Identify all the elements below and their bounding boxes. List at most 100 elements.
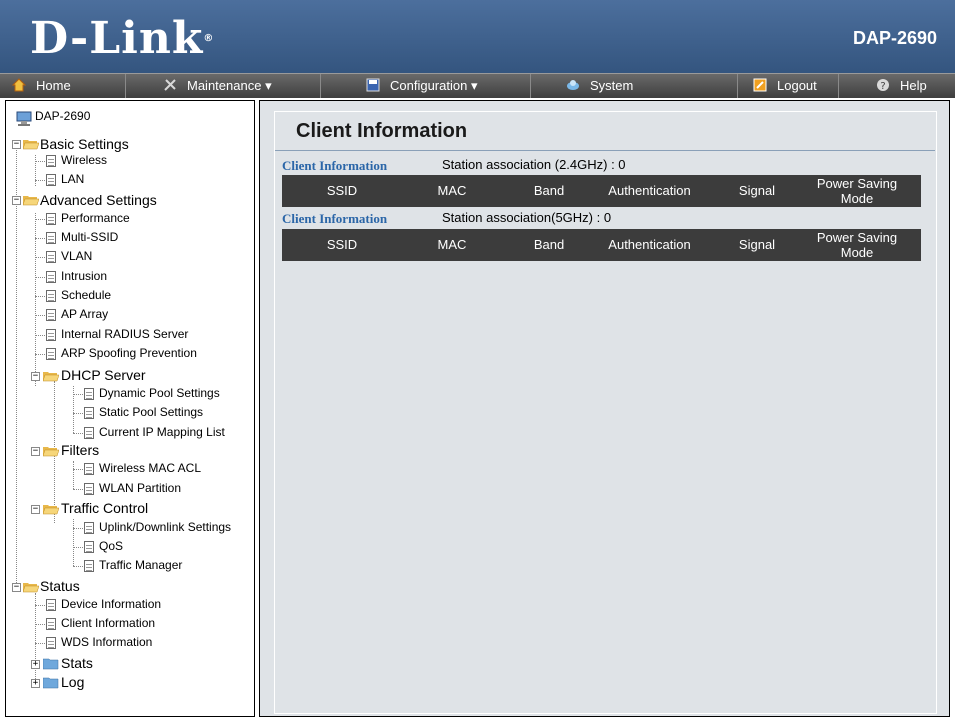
page-icon [84,463,94,475]
tree-item-uplink-downlink[interactable]: Uplink/Downlink Settings [99,518,231,537]
brand-text: D-Link [30,13,204,64]
folder-open-icon [43,447,59,457]
tree-item-wlan-partition[interactable]: WLAN Partition [99,479,181,498]
menu-configuration-label: Configuration [390,78,468,93]
column-header-psm-line2: Mode [840,191,874,206]
folder-open-icon [23,583,39,593]
tree-item-internal-radius[interactable]: Internal RADIUS Server [61,325,188,344]
tree-item-lan[interactable]: LAN [61,170,84,189]
tree-item-wds-information[interactable]: WDS Information [61,633,152,652]
tree-line [35,643,45,644]
title-divider [275,150,935,151]
tree-stats-label: Stats [61,655,93,671]
tree-line [16,145,17,589]
dlink-logo: D-Link® [30,14,214,64]
tree-item-label: Internal RADIUS Server [61,327,189,341]
tree-stats[interactable]: Stats [61,654,93,673]
collapse-toggle-dhcp[interactable]: − [31,372,40,381]
page-icon [46,309,56,321]
menu-configuration[interactable]: Configuration ▾ [366,74,477,98]
page-icon [46,213,56,225]
menu-maintenance[interactable]: Maintenance ▾ [163,74,272,98]
section-label-24ghz: Client Information [282,158,388,173]
station-association-5ghz: Station association(5GHz) : 0 [442,210,612,225]
access-point-icon [16,111,32,126]
navigation-tree: DAP-2690 − Basic Settings Wireless LAN −… [5,100,255,717]
tree-root-dap2690[interactable]: DAP-2690 [35,107,90,126]
client-table-header-24ghz: SSID MAC Band Authentication Signal Powe… [282,175,921,207]
menu-system[interactable]: System [566,74,633,98]
tree-line [35,315,45,316]
tree-item-dynamic-pool[interactable]: Dynamic Pool Settings [99,384,220,403]
menu-help[interactable]: ? Help [876,74,927,98]
top-menu-bar: Home Maintenance ▾ Configuration ▾ Syste… [0,73,955,98]
page-icon [84,407,94,419]
tree-line [73,413,83,414]
tree-item-client-information[interactable]: Client Information [61,614,155,633]
tree-traffic-control[interactable]: Traffic Control [61,499,148,518]
page-icon [84,522,94,534]
tree-item-intrusion[interactable]: Intrusion [61,267,107,286]
tree-item-arp-spoofing[interactable]: ARP Spoofing Prevention [61,344,197,363]
tree-item-mac-acl[interactable]: Wireless MAC ACL [99,459,201,478]
column-header-signal: Signal [738,237,776,252]
menu-separator [530,74,531,98]
expand-toggle-stats[interactable]: + [31,660,40,669]
tree-line [73,469,83,470]
tree-dhcp-server[interactable]: DHCP Server [61,366,146,385]
page-icon [46,599,56,611]
tree-line [35,155,36,186]
help-icon: ? [877,79,889,92]
collapse-toggle-status[interactable]: − [12,583,21,592]
column-header-authentication: Authentication [608,183,691,198]
folder-open-icon [23,140,39,150]
client-table-header-5ghz: SSID MAC Band Authentication Signal Powe… [282,229,921,261]
tree-advanced-settings[interactable]: Advanced Settings [40,191,157,210]
page-icon [84,560,94,572]
tree-item-label: Dynamic Pool Settings [99,386,220,400]
tree-line [35,624,45,625]
tree-item-qos[interactable]: QoS [99,537,123,556]
tree-item-ip-mapping[interactable]: Current IP Mapping List [99,423,225,442]
collapse-toggle-advanced[interactable]: − [12,196,21,205]
tree-item-label: Wireless MAC ACL [99,461,202,475]
column-header-mac: MAC [437,237,467,252]
folder-closed-icon [43,677,59,689]
tree-item-label: Wireless [61,153,108,167]
folder-open-icon [43,505,59,515]
page-icon [46,232,56,244]
collapse-toggle-traffic[interactable]: − [31,505,40,514]
tree-line [35,257,45,258]
page-icon [46,251,56,263]
tree-status-label: Status [40,578,80,594]
collapse-toggle-basic[interactable]: − [12,140,21,149]
tree-filters[interactable]: Filters [61,441,99,460]
tree-item-ap-array[interactable]: AP Array [61,305,108,324]
page-icon [84,483,94,495]
column-header-signal: Signal [738,183,776,198]
menu-separator [737,74,738,98]
tree-item-traffic-manager[interactable]: Traffic Manager [99,556,182,575]
tree-line [35,605,45,606]
column-header-ssid: SSID [326,183,358,198]
column-header-band: Band [533,183,565,198]
tree-item-label: Performance [61,211,130,225]
expand-toggle-log[interactable]: + [31,679,40,688]
tree-status[interactable]: Status [40,577,80,596]
tree-item-vlan[interactable]: VLAN [61,247,92,266]
tree-log[interactable]: Log [61,673,84,692]
tree-item-schedule[interactable]: Schedule [61,286,111,305]
collapse-toggle-filters[interactable]: − [31,447,40,456]
tree-item-label: AP Array [61,307,109,321]
menu-home[interactable]: Home [12,74,71,98]
tree-item-performance[interactable]: Performance [61,209,130,228]
tree-item-label: LAN [61,172,85,186]
menu-logout[interactable]: Logout [753,74,817,98]
svg-text:?: ? [880,81,885,92]
tree-item-multi-ssid[interactable]: Multi-SSID [61,228,118,247]
tree-item-static-pool[interactable]: Static Pool Settings [99,403,203,422]
model-name: DAP-2690 [852,28,937,48]
tree-item-label: VLAN [61,249,93,263]
tree-item-device-information[interactable]: Device Information [61,595,161,614]
tree-item-wireless[interactable]: Wireless [61,151,107,170]
